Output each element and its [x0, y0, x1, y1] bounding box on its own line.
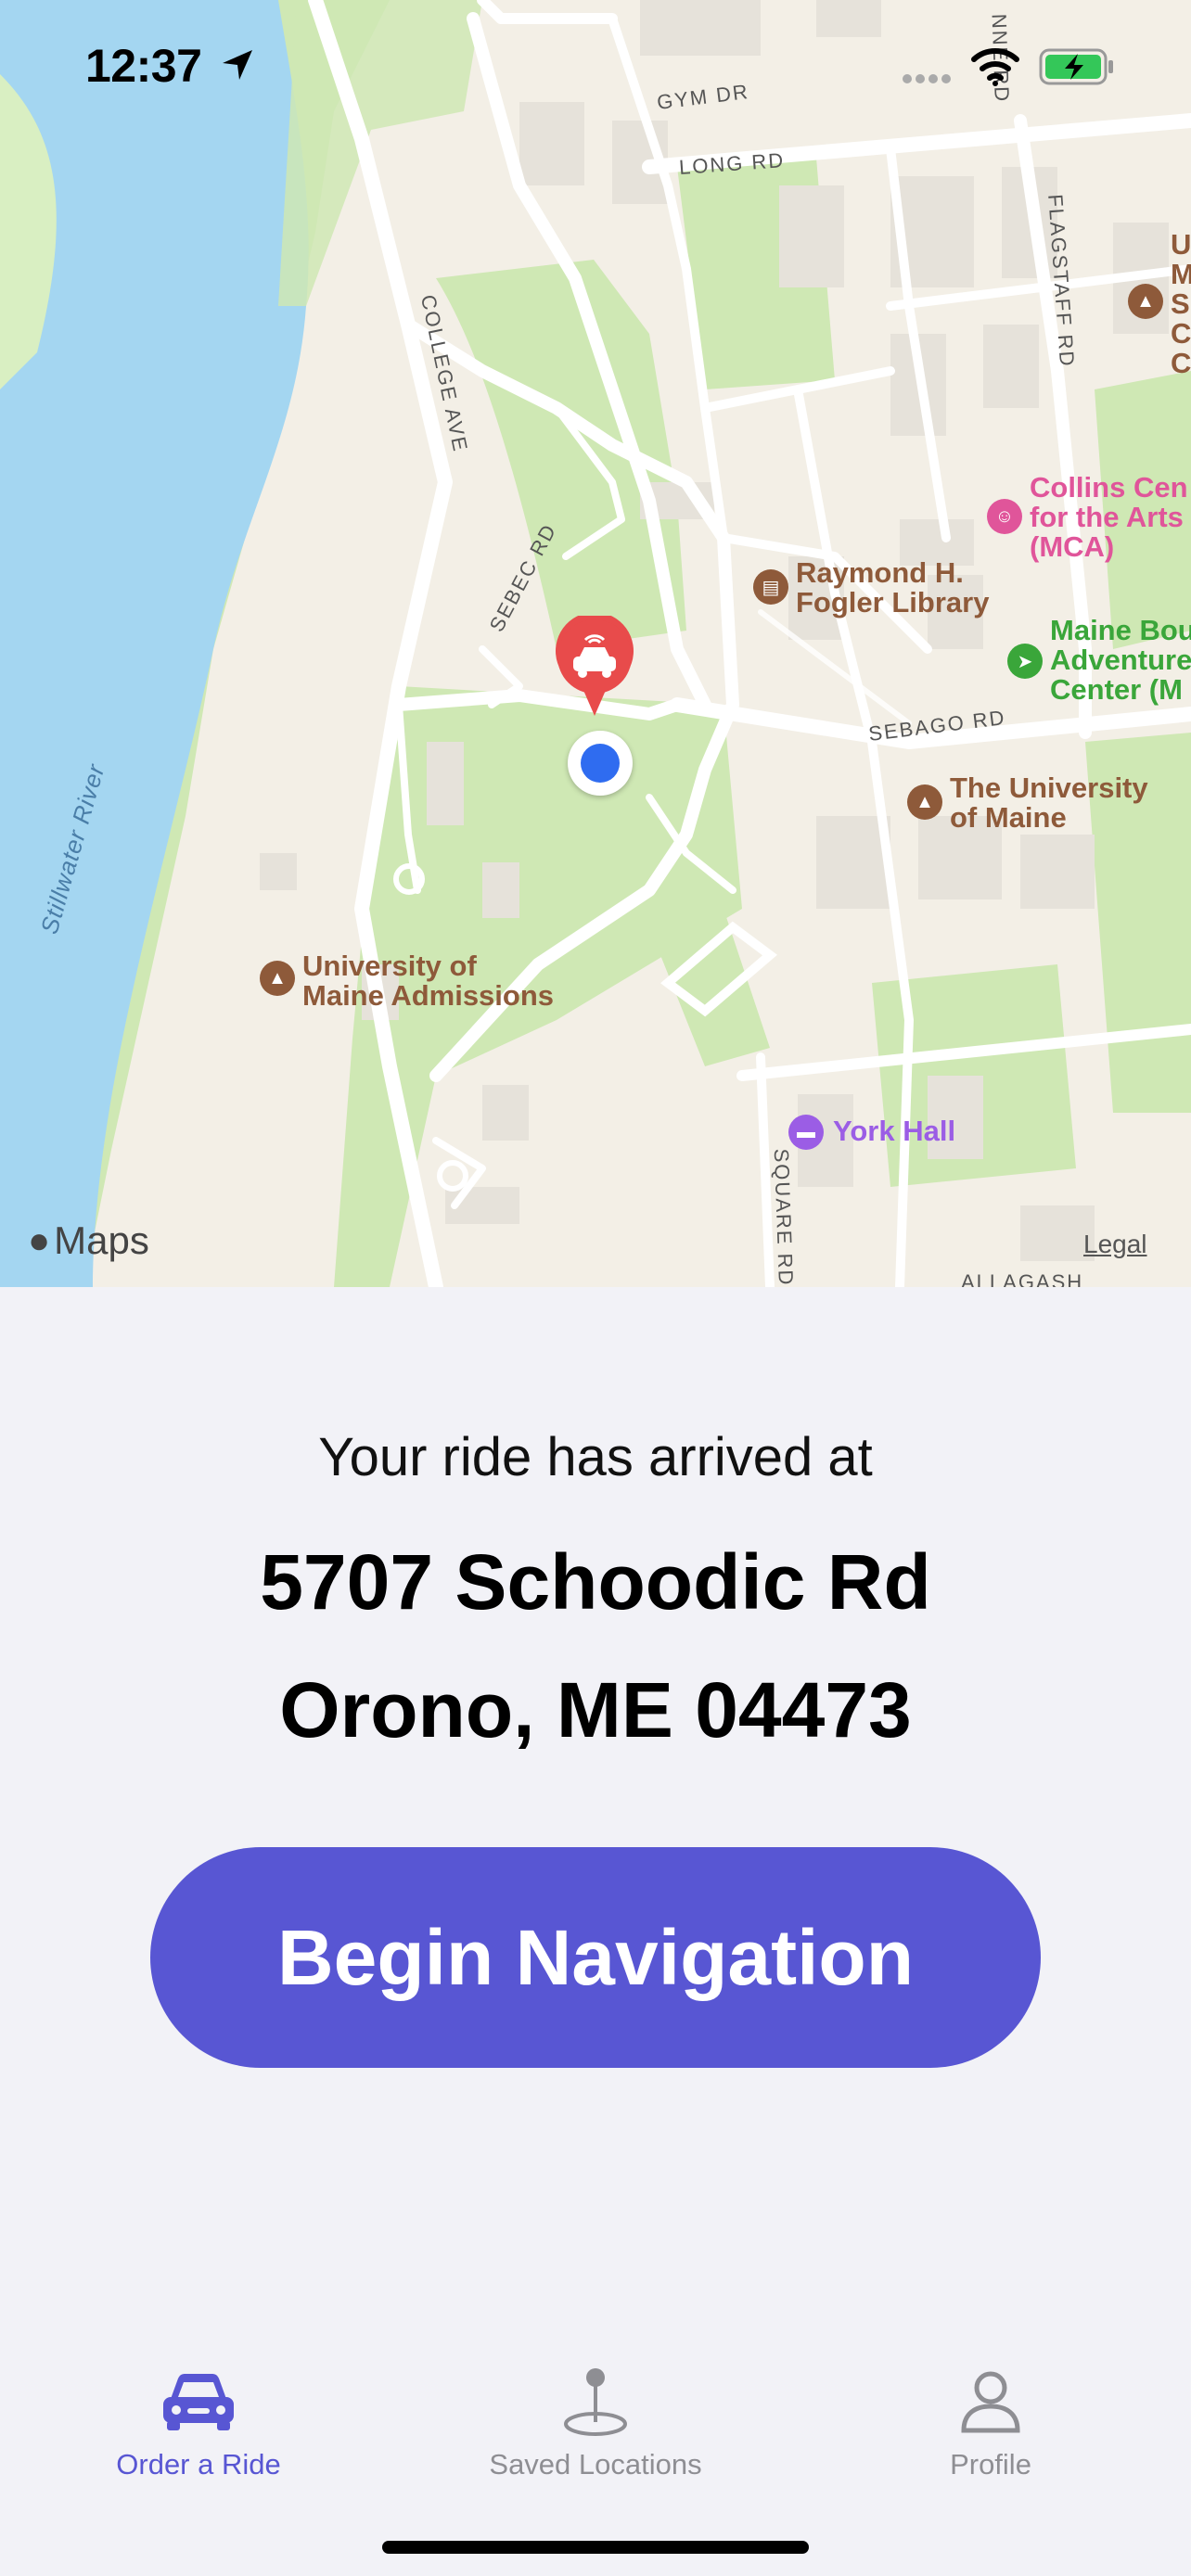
poi-maine-bound[interactable]: Maine Bou Adventure Center (M	[1050, 616, 1191, 705]
address-line-2: Orono, ME 04473	[279, 1666, 912, 1753]
app-root: GYM DR LONG RD COLLEGE AVE SEBEC RD FLAG…	[0, 0, 1191, 2576]
hiking-icon: ➤	[1007, 644, 1043, 679]
maps-attribution: ● Maps	[28, 1218, 149, 1263]
wifi-icon	[971, 48, 1019, 86]
apple-logo-icon: ●	[28, 1219, 51, 1261]
status-time: 12:37	[85, 40, 202, 92]
person-icon	[949, 2365, 1032, 2439]
tab-label-saved-locations: Saved Locations	[489, 2448, 702, 2480]
tab-label-order-a-ride: Order a Ride	[116, 2448, 281, 2480]
graduation-cap-icon: ▲	[1128, 284, 1163, 319]
map-view[interactable]: GYM DR LONG RD COLLEGE AVE SEBEC RD FLAG…	[0, 0, 1191, 1287]
tab-order-a-ride[interactable]: Order a Ride	[50, 2365, 347, 2494]
graduation-cap-icon: ▲	[907, 784, 942, 820]
theater-icon: ☺	[987, 499, 1022, 534]
street-label-square-rd: SQUARE RD	[769, 1148, 798, 1287]
street-label-allagash: ALLAGASH	[961, 1270, 1084, 1287]
poi-top-right[interactable]: U M S C C	[1171, 230, 1191, 378]
user-location-dot	[568, 731, 633, 796]
library-icon: ▤	[753, 569, 788, 605]
begin-navigation-button[interactable]: Begin Navigation	[150, 1847, 1041, 2068]
status-bar: 12:37	[0, 0, 1191, 130]
poi-admissions[interactable]: University of Maine Admissions	[302, 951, 554, 1011]
graduation-cap-icon: ▲	[260, 961, 295, 996]
car-pin-icon	[556, 612, 634, 716]
arrival-message: Your ride has arrived at	[318, 1427, 873, 1487]
home-indicator[interactable]	[382, 2541, 809, 2554]
car-icon	[157, 2365, 240, 2439]
poi-fogler-library[interactable]: Raymond H. Fogler Library	[796, 558, 989, 618]
tab-saved-locations[interactable]: Saved Locations	[447, 2365, 744, 2494]
map-pin-icon	[554, 2365, 637, 2439]
poi-university-of-maine[interactable]: The University of Maine	[950, 773, 1148, 833]
poi-collins-center[interactable]: Collins Cen for the Arts (MCA)	[1030, 473, 1188, 562]
maps-attribution-text: Maps	[54, 1218, 149, 1262]
tab-label-profile: Profile	[950, 2448, 1031, 2480]
signal-icon	[903, 74, 951, 83]
legal-link[interactable]: Legal	[1083, 1230, 1147, 1259]
car-location-pin[interactable]	[555, 612, 634, 718]
location-arrow-icon	[223, 50, 252, 80]
tab-profile[interactable]: Profile	[842, 2365, 1139, 2494]
battery-charging-icon	[1039, 48, 1113, 85]
poi-york-hall[interactable]: York Hall	[833, 1116, 955, 1146]
address-line-1: 5707 Schoodic Rd	[260, 1538, 931, 1626]
bed-icon: ▬	[788, 1115, 824, 1150]
